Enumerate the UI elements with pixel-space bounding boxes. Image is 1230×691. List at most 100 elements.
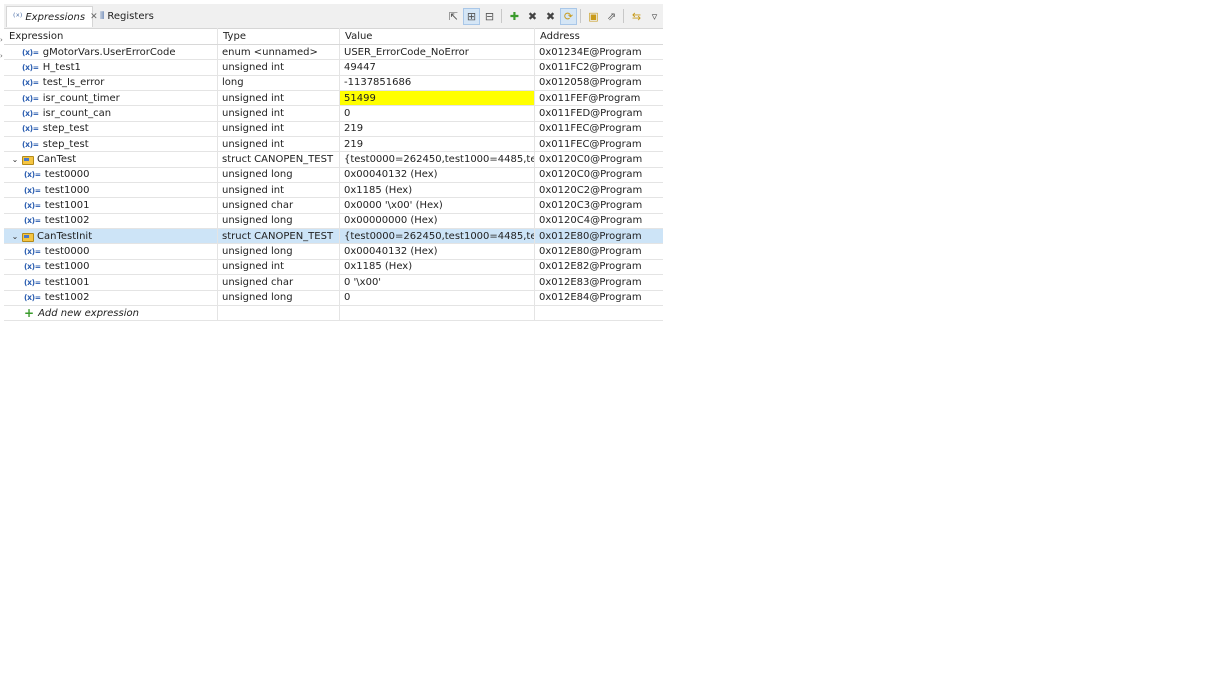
collapse-all-icon[interactable]: ⇱	[445, 8, 462, 25]
add-expression-cell[interactable]: + Add new expression	[4, 305, 218, 321]
expression-cell[interactable]: (x)= isr_count_timer	[4, 91, 218, 106]
expression-cell[interactable]: (x)= test1002	[4, 290, 218, 305]
expression-cell[interactable]: (x)= test1000	[4, 259, 218, 275]
tab-label: Expressions	[25, 11, 86, 23]
type-cell: unsigned int	[218, 106, 340, 121]
view-menu-icon[interactable]: ▿	[646, 8, 663, 25]
expression-cell[interactable]: (x)= test1001	[4, 275, 218, 290]
tab-bar: ⁽ˣ⁾ Expressions ✕ ⦀ Registers ⇱ ⊞ ⊟ ✚ ✖ …	[4, 4, 663, 29]
expression-row[interactable]: (x)= test1002 unsigned long 0x00000000 (Hex…	[4, 213, 663, 230]
expression-name: step_test	[42, 138, 89, 150]
address-cell: 0x012E80@Program	[539, 246, 642, 258]
expression-row[interactable]: (x)= step_test unsigned int 219 0x011FEC@Pro…	[4, 137, 663, 153]
struct-icon	[22, 155, 34, 166]
expression-cell[interactable]: (x)= test1000	[4, 183, 218, 198]
export-icon[interactable]: ⇗	[603, 8, 620, 25]
expression-name: test1001	[44, 200, 90, 212]
expression-name: CanTestInit	[37, 230, 93, 242]
expression-cell[interactable]: (x)= test0000	[4, 167, 218, 183]
value-cell[interactable]: 219	[340, 121, 535, 137]
expression-cell[interactable]: (x)= test1001	[4, 198, 218, 213]
expression-cell[interactable]: (x)= step_test	[4, 121, 218, 137]
refresh-icon[interactable]: ⟳	[560, 7, 577, 25]
value-cell[interactable]: -1137851686	[340, 75, 535, 91]
value-cell[interactable]: 0 '\x00'	[340, 275, 535, 290]
expression-cell[interactable]: ⌄ CanTestInit	[4, 229, 218, 244]
add-expression-icon[interactable]: ✚	[506, 8, 523, 25]
expression-cell[interactable]: ⌄ CanTest	[4, 152, 218, 167]
column-header-address[interactable]: Address	[535, 28, 663, 44]
value-cell[interactable]: 0x00040132 (Hex)	[340, 167, 535, 183]
changed-value-cell[interactable]: 51499	[340, 91, 535, 106]
expression-cell[interactable]: (x)= isr_count_can	[4, 106, 218, 121]
add-expression-label: Add new expression	[38, 307, 139, 319]
expression-name: test1000	[44, 261, 90, 273]
type-cell: enum <unnamed>	[218, 45, 340, 60]
type-cell: unsigned long	[218, 167, 340, 183]
value-cell[interactable]: 49447	[340, 60, 535, 75]
expression-name: test0000	[44, 246, 90, 258]
value-cell[interactable]: {test0000=262450,test1000=4485,test10...	[340, 152, 535, 167]
expression-cell[interactable]: (x)= test_Is_error	[4, 75, 218, 91]
expression-row[interactable]: (x)= test0000 unsigned long 0x00040132 (Hex…	[4, 167, 663, 184]
address-cell: 0x012E84@Program	[539, 292, 642, 304]
address-cell: 0x012E80@Program	[539, 230, 642, 242]
chevron-down-icon[interactable]: ⌄	[10, 155, 20, 164]
remove-all-icon[interactable]: ✖	[542, 8, 559, 25]
value-cell[interactable]: {test0000=262450,test1000=4485,test10...	[340, 229, 535, 244]
expression-cell[interactable]: (x)= test1002	[4, 213, 218, 229]
address-cell: 0x01234E@Program	[539, 46, 642, 58]
column-header-expression[interactable]: Expression	[4, 28, 218, 44]
struct-row[interactable]: ⌄ CanTest struct CANOPEN_TEST {test0000=262…	[4, 152, 663, 168]
expressions-table: Expression Type Value Address (x)= gMotor…	[4, 28, 663, 322]
expression-cell[interactable]: (x)= gMotorVars.UserErrorCode	[4, 45, 218, 60]
expression-row[interactable]: (x)= test1001 unsigned char 0x0000 '\x00' (…	[4, 198, 663, 214]
split-view-icon[interactable]: ⊟	[481, 8, 498, 25]
expression-row[interactable]: (x)= gMotorVars.UserErrorCode enum <unname…	[4, 45, 663, 61]
expression-row[interactable]: (x)= isr_count_timer unsigned int 51499 0x01…	[4, 91, 663, 107]
value-cell[interactable]: USER_ErrorCode_NoError	[340, 45, 535, 60]
sync-icon[interactable]: ⇆	[628, 8, 645, 25]
expression-row[interactable]: (x)= test1002 unsigned long 0 0x012E84@Progr…	[4, 290, 663, 306]
expression-cell[interactable]: (x)= H_test1	[4, 60, 218, 75]
expression-row[interactable]: (x)= test1000 unsigned int 0x1185 (Hex) 0x01…	[4, 259, 663, 276]
address-cell: 0x011FEF@Program	[539, 92, 641, 104]
type-cell: unsigned int	[218, 60, 340, 75]
expression-row[interactable]: (x)= isr_count_can unsigned int 0 0x011FED@P…	[4, 106, 663, 122]
add-expression-row[interactable]: + Add new expression	[4, 305, 663, 322]
value-cell[interactable]: 0	[340, 290, 535, 305]
expression-row[interactable]: (x)= step_test unsigned int 219 0x011FEC@Pro…	[4, 121, 663, 138]
expression-row[interactable]: (x)= test_Is_error long -1137851686 0x012058…	[4, 75, 663, 92]
value-cell[interactable]: 219	[340, 137, 535, 152]
variable-icon: (x)=	[22, 78, 39, 88]
value-cell[interactable]: 0x1185 (Hex)	[340, 183, 535, 198]
tab-registers[interactable]: ⦀ Registers	[94, 6, 164, 27]
expression-row[interactable]: (x)= H_test1 unsigned int 49447 0x011FC2@Pro…	[4, 60, 663, 76]
new-view-icon[interactable]: ▣	[585, 8, 602, 25]
expression-cell[interactable]: (x)= step_test	[4, 137, 218, 152]
type-cell: unsigned int	[218, 183, 340, 198]
expression-cell[interactable]: (x)= test0000	[4, 244, 218, 259]
address-cell: 0x0120C4@Program	[539, 215, 643, 227]
remove-icon[interactable]: ✖	[524, 8, 541, 25]
type-cell: unsigned int	[218, 137, 340, 152]
variable-icon: (x)=	[24, 185, 41, 195]
expression-row[interactable]: (x)= test1000 unsigned int 0x1185 (Hex) 0x01…	[4, 183, 663, 199]
type-cell: unsigned char	[218, 275, 340, 290]
variable-icon: (x)=	[24, 170, 41, 180]
value-cell[interactable]: 0x00040132 (Hex)	[340, 244, 535, 259]
type-cell: unsigned long	[218, 244, 340, 259]
struct-row[interactable]: ⌄ CanTestInit struct CANOPEN_TEST {test0000…	[4, 229, 663, 245]
value-cell[interactable]: 0x1185 (Hex)	[340, 259, 535, 275]
value-cell[interactable]: 0x0000 '\x00' (Hex)	[340, 198, 535, 213]
column-header-value[interactable]: Value	[340, 28, 535, 44]
expression-row[interactable]: (x)= test1001 unsigned char 0 '\x00' 0x012E8…	[4, 275, 663, 291]
expression-row[interactable]: (x)= test0000 unsigned long 0x00040132 (Hex…	[4, 244, 663, 260]
address-cell: 0x011FED@Program	[539, 108, 643, 120]
show-type-names-icon[interactable]: ⊞	[463, 7, 480, 25]
value-cell[interactable]: 0x00000000 (Hex)	[340, 213, 535, 229]
chevron-down-icon[interactable]: ⌄	[10, 232, 20, 241]
tab-expressions[interactable]: ⁽ˣ⁾ Expressions ✕	[6, 6, 98, 27]
column-header-type[interactable]: Type	[218, 28, 340, 44]
value-cell[interactable]: 0	[340, 106, 535, 121]
